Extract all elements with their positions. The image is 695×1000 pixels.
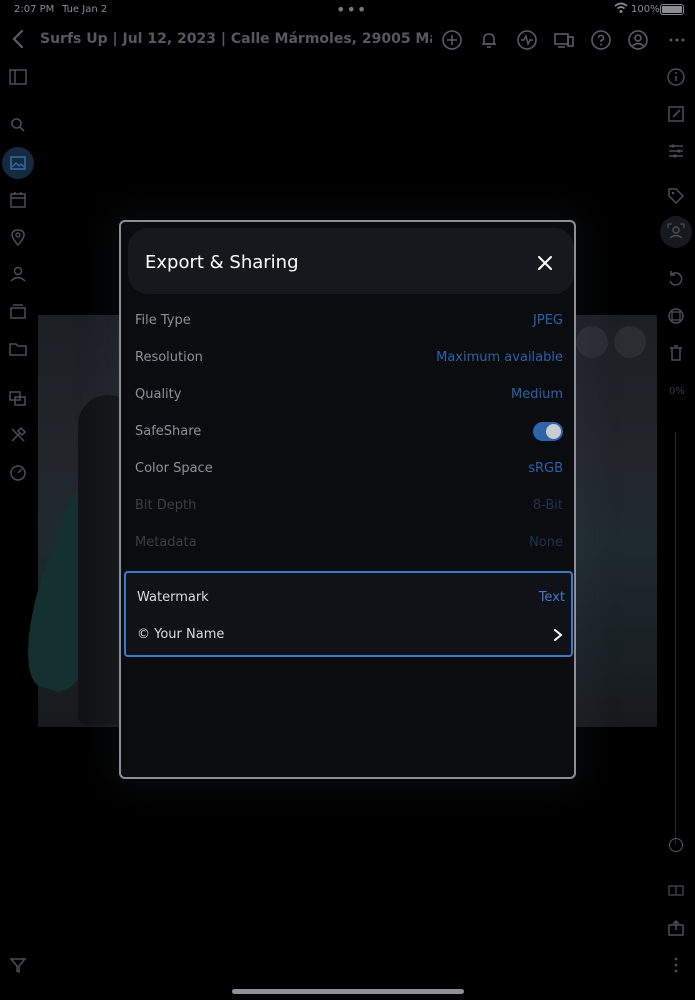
- dialog-title: Export & Sharing: [145, 252, 299, 273]
- vertical-more-icon[interactable]: [666, 955, 686, 975]
- status-bar: 2:07 PM Tue Jan 2 ••• 100%: [0, 0, 695, 20]
- setting-resolution[interactable]: Resolution Maximum available: [135, 347, 563, 369]
- photo-compass-icon[interactable]: [614, 326, 646, 358]
- filter-icon[interactable]: [8, 955, 28, 975]
- chevron-right-icon[interactable]: [551, 627, 565, 643]
- setting-value[interactable]: JPEG: [533, 313, 563, 328]
- setting-label: Quality: [135, 387, 182, 402]
- setting-value[interactable]: sRGB: [528, 461, 563, 476]
- setting-value[interactable]: Medium: [511, 387, 563, 402]
- calendar-icon[interactable]: [8, 190, 28, 210]
- watermark-value[interactable]: Text: [539, 590, 565, 605]
- compare-icon[interactable]: [666, 880, 686, 900]
- folder-icon[interactable]: [8, 339, 28, 359]
- setting-label: Metadata: [135, 535, 197, 550]
- home-indicator[interactable]: [232, 989, 464, 994]
- watermark-text-row[interactable]: © Your Name: [137, 624, 565, 646]
- setting-safeshare[interactable]: SafeShare: [135, 421, 563, 443]
- activity-icon[interactable]: [516, 29, 538, 51]
- more-icon[interactable]: [666, 29, 688, 51]
- person-icon[interactable]: [8, 264, 28, 284]
- zoom-percent: 0%: [669, 386, 685, 397]
- setting-label: SafeShare: [135, 424, 202, 439]
- page-title: Surfs Up | Jul 12, 2023 | Calle Mármoles…: [40, 31, 432, 47]
- setting-label: File Type: [135, 313, 191, 328]
- zoom-slider-knob[interactable]: [669, 838, 683, 852]
- speedometer-icon[interactable]: [8, 462, 28, 482]
- zoom-slider-track[interactable]: [675, 432, 676, 844]
- status-time: 2:07 PM: [14, 4, 55, 15]
- watermark-group: Watermark Text © Your Name: [124, 571, 573, 657]
- share-box-icon[interactable]: [666, 918, 686, 938]
- photos-icon[interactable]: [8, 153, 28, 173]
- close-icon[interactable]: [534, 252, 556, 274]
- photo-calendar-icon[interactable]: [576, 326, 608, 358]
- setting-value: 8-Bit: [532, 498, 563, 513]
- setting-color-space[interactable]: Color Space sRGB: [135, 458, 563, 480]
- sidebar-toggle-icon[interactable]: [8, 67, 28, 87]
- help-icon[interactable]: [590, 29, 612, 51]
- setting-label: Resolution: [135, 350, 203, 365]
- setting-metadata: Metadata None: [135, 532, 563, 554]
- tag-icon[interactable]: [666, 186, 686, 206]
- setting-label: Bit Depth: [135, 498, 197, 513]
- setting-label: Color Space: [135, 461, 213, 476]
- people-recognition-icon[interactable]: [666, 222, 686, 242]
- battery-percent: 100%: [631, 4, 660, 15]
- devices-icon[interactable]: [553, 29, 575, 51]
- setting-file-type[interactable]: File Type JPEG: [135, 310, 563, 332]
- variations-icon[interactable]: [666, 306, 686, 326]
- adjustments-icon[interactable]: [666, 141, 686, 161]
- bell-icon[interactable]: [478, 29, 500, 51]
- location-pin-icon[interactable]: [8, 227, 28, 247]
- safeshare-toggle[interactable]: [533, 422, 563, 441]
- trash-icon[interactable]: [666, 343, 686, 363]
- rotate-icon[interactable]: [666, 269, 686, 289]
- multitask-dots-icon[interactable]: •••: [336, 0, 367, 19]
- back-chevron-icon[interactable]: [8, 28, 30, 50]
- battery-icon: [660, 4, 684, 15]
- setting-quality[interactable]: Quality Medium: [135, 384, 563, 406]
- stack-icon[interactable]: [8, 388, 28, 408]
- top-bar: Surfs Up | Jul 12, 2023 | Calle Mármoles…: [0, 22, 695, 58]
- setting-bit-depth: Bit Depth 8-Bit: [135, 495, 563, 517]
- edit-icon[interactable]: [666, 104, 686, 124]
- info-icon[interactable]: [666, 67, 686, 87]
- tools-icon[interactable]: [8, 425, 28, 445]
- dialog-header: Export & Sharing: [128, 228, 574, 294]
- watermark-text: © Your Name: [137, 627, 225, 642]
- wifi-icon: [614, 2, 628, 17]
- setting-watermark[interactable]: Watermark Text: [137, 587, 565, 609]
- setting-value: None: [529, 535, 563, 550]
- search-icon[interactable]: [8, 115, 28, 135]
- add-circle-icon[interactable]: [441, 29, 463, 51]
- status-date: Tue Jan 2: [62, 4, 108, 15]
- account-icon[interactable]: [627, 29, 649, 51]
- watermark-label: Watermark: [137, 590, 209, 605]
- export-sharing-dialog: Export & Sharing File Type JPEG Resoluti…: [119, 220, 576, 779]
- setting-value[interactable]: Maximum available: [436, 350, 563, 365]
- albums-icon[interactable]: [8, 301, 28, 321]
